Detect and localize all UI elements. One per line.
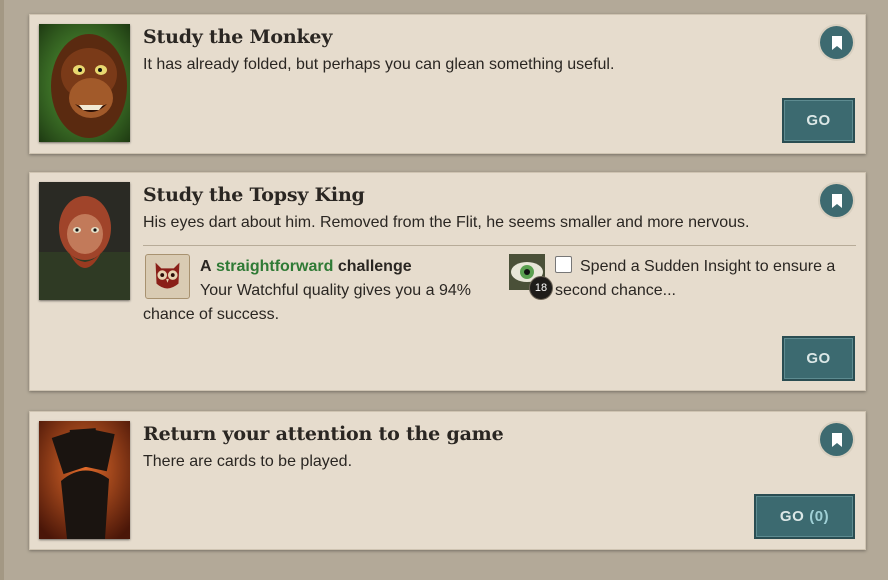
bookmark-icon bbox=[831, 35, 842, 50]
go-label: GO bbox=[806, 350, 831, 367]
card-title: Study the Monkey bbox=[143, 26, 333, 48]
cards-hand-portrait bbox=[39, 421, 130, 539]
card-description: His eyes dart about him. Removed from th… bbox=[143, 214, 750, 231]
insight-count-badge: 18 bbox=[529, 276, 553, 300]
card-title: Study the Topsy King bbox=[143, 184, 365, 206]
sudden-insight-option: 18 Spend a Sudden Insight to ensure a se… bbox=[509, 254, 849, 303]
topsy-king-portrait bbox=[39, 182, 130, 300]
challenge-block: A straightforward challenge Your Watchfu… bbox=[143, 254, 493, 327]
challenge-difficulty: straightforward bbox=[216, 258, 334, 275]
go-label: GO bbox=[806, 112, 831, 129]
insight-checkbox[interactable] bbox=[555, 256, 572, 273]
challenge-text: Your Watchful quality gives you a 94% ch… bbox=[143, 282, 471, 323]
eye-icon: 18 bbox=[509, 254, 553, 300]
storylet-card-monkey: Study the Monkey It has already folded, … bbox=[29, 14, 866, 154]
bookmark-button[interactable] bbox=[820, 423, 853, 456]
go-label: GO bbox=[779, 508, 805, 525]
go-button[interactable]: GO (0) bbox=[754, 494, 855, 539]
challenge-suffix: challenge bbox=[337, 258, 412, 275]
card-description: It has already folded, but perhaps you c… bbox=[143, 56, 615, 73]
bookmark-button[interactable] bbox=[820, 184, 853, 217]
bookmark-icon bbox=[831, 193, 842, 208]
go-button[interactable]: GO bbox=[782, 336, 855, 381]
storylet-card-return-to-game: Return your attention to the game There … bbox=[29, 411, 866, 550]
storylet-card-topsy-king: Study the Topsy King His eyes dart about… bbox=[29, 172, 866, 391]
insight-text: Spend a Sudden Insight to ensure a secon… bbox=[555, 258, 836, 299]
card-title: Return your attention to the game bbox=[143, 423, 504, 445]
bookmark-icon bbox=[831, 432, 842, 447]
go-button[interactable]: GO bbox=[782, 98, 855, 143]
bookmark-button[interactable] bbox=[820, 26, 853, 59]
card-description: There are cards to be played. bbox=[143, 453, 353, 470]
monkey-portrait bbox=[39, 24, 130, 142]
owl-icon bbox=[145, 254, 190, 299]
divider bbox=[143, 245, 856, 246]
challenge-prefix: A bbox=[200, 258, 212, 275]
go-count: (0) bbox=[809, 508, 830, 525]
